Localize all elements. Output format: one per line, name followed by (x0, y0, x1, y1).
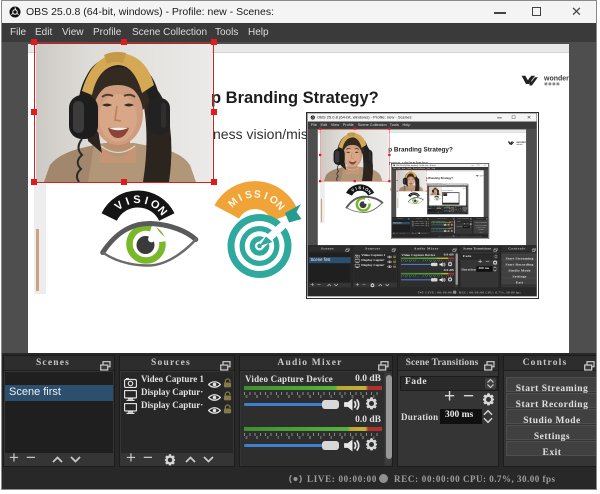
svg-text:wonders: wonders (516, 140, 526, 144)
svg-text:S: S (253, 188, 261, 200)
svg-text:S: S (358, 185, 361, 190)
svg-text:wonders: wonders (465, 188, 466, 189)
svg-text:wonders: wonders (543, 76, 569, 83)
svg-text:S: S (133, 194, 141, 206)
svg-text:wonders: wonders (480, 175, 484, 177)
